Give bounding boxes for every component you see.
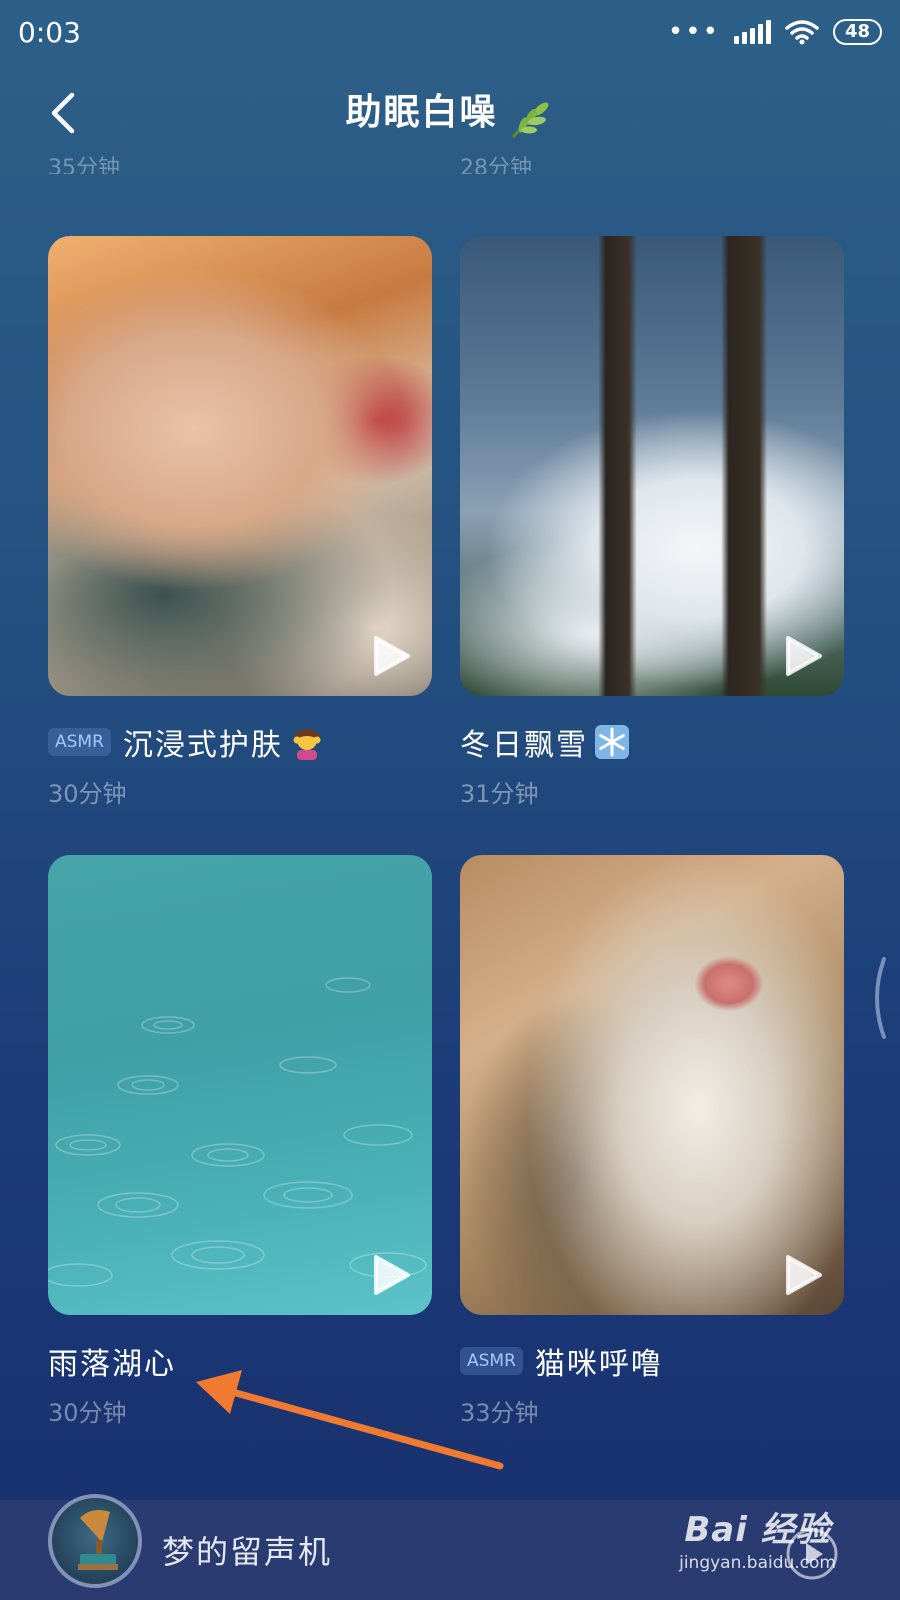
card-duration: 31分钟 [460,780,539,808]
status-bar: 0:03 ••• 48 [0,0,900,64]
sound-card[interactable]: ASMR 猫咪呼噜 33分钟 [460,855,844,1428]
sound-card[interactable]: 冬日飘雪 31分钟 [460,236,844,809]
asmr-badge: ASMR [48,728,111,756]
asmr-badge: ASMR [460,1347,523,1375]
card-thumbnail-facial-massage[interactable] [48,236,432,696]
rain-ripples [48,977,427,1287]
partial-duration-right: 28分钟 [460,156,532,174]
gramophone-icon[interactable] [48,1494,142,1588]
card-duration: 30分钟 [48,1399,127,1427]
watermark-logo: Bai 经验 [684,1510,831,1550]
card-duration: 33分钟 [460,1399,539,1427]
page-title-group: 助眠白噪 [345,83,554,142]
partial-duration-left: 35分钟 [48,156,120,174]
wifi-icon [785,20,819,45]
more-dots-icon: ••• [667,17,720,47]
status-time: 0:03 [18,15,81,49]
card-title-row: ASMR 沉浸式护肤 [48,722,432,763]
card-title-row: 冬日飘雪 [460,722,844,763]
watermark-url: jingyan.baidu.com [679,1553,836,1573]
snowflake-icon [595,725,629,759]
card-thumbnail-rain-on-lake[interactable] [48,855,432,1315]
battery-indicator: 48 [832,19,882,45]
signal-icon [733,20,771,44]
side-drawer-handle[interactable] [866,955,888,1041]
card-title-row: 雨落湖心 [48,1341,432,1382]
play-icon[interactable] [782,634,824,678]
sound-card[interactable]: 雨落湖心 30分钟 [48,855,432,1428]
status-icons: ••• 48 [668,19,882,45]
card-title: 雨落湖心 [48,1347,176,1382]
play-icon[interactable] [370,1253,412,1297]
card-thumbnail-sleeping-cat[interactable] [460,855,844,1315]
card-title: 冬日飘雪 [460,728,588,763]
player-title: 梦的留声机 [162,1533,333,1571]
card-title: 沉浸式护肤 [122,728,283,763]
page-title: 助眠白噪 [345,91,498,133]
header: 助眠白噪 [0,72,900,152]
card-duration: 30分钟 [48,780,127,808]
facial-massage-icon [293,729,321,760]
card-title-row: ASMR 猫咪呼噜 [460,1341,844,1382]
watermark: Bai 经验 jingyan.baidu.com [679,1502,836,1573]
leaf-icon [511,102,548,139]
chevron-left-icon [51,92,75,134]
back-button[interactable] [38,86,88,140]
play-icon[interactable] [782,1253,824,1297]
play-icon[interactable] [370,634,412,678]
card-title: 猫咪呼噜 [534,1347,663,1382]
card-thumbnail-snowy-forest[interactable] [460,236,844,696]
sound-card[interactable]: ASMR 沉浸式护肤 30分钟 [48,236,432,809]
